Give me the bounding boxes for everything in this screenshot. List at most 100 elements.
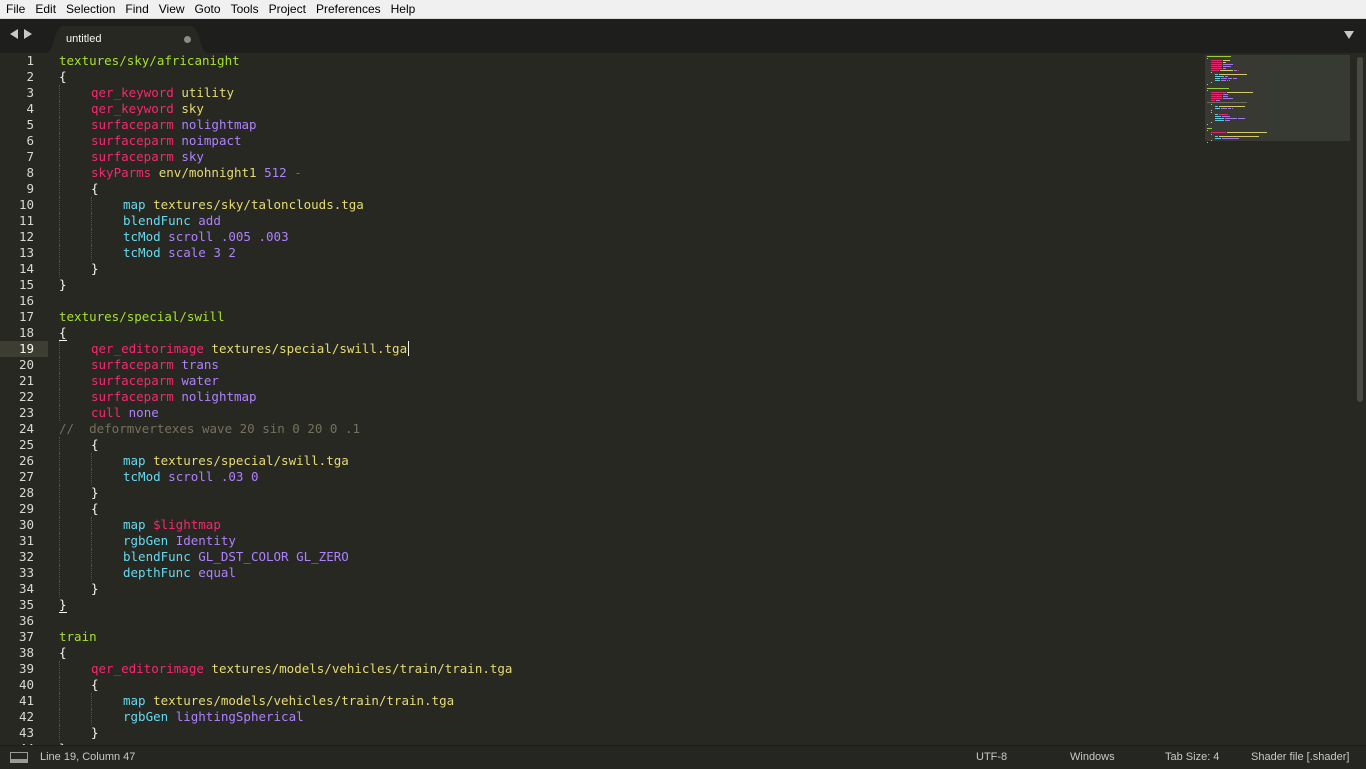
code-line: tcMod scroll .03 0 [123,469,259,485]
menu-help[interactable]: Help [386,0,421,18]
code-token: none [128,405,159,420]
minimap-line [1211,94,1222,95]
minimap-line [1207,90,1208,91]
line-number: 4 [26,101,34,116]
minimap-line [1219,114,1228,115]
scrollbar-thumb[interactable] [1357,57,1363,402]
code-token: rgbGen [123,709,169,724]
minimap-line [1207,128,1212,129]
line-number: 26 [18,453,34,468]
line-endings-selector[interactable]: Windows [1070,746,1115,769]
menu-file[interactable]: File [0,0,30,18]
tab-size-selector[interactable]: Tab Size: 4 [1165,746,1219,769]
code-token: } [59,597,67,612]
indent-guide [59,405,60,421]
indent-guide [59,517,60,533]
editor-area[interactable]: 1 2 3 4 5 6 7 8 9 10 11 12 13 14 15 16 17 18 19 20 21 22 23 24 2… [0,53,1354,745]
line-number: 11 [18,213,34,228]
indent-guide [59,677,60,693]
code-token: { [59,69,67,84]
indent-guide [59,149,60,165]
minimap-line [1211,112,1212,113]
minimap-line [1215,108,1220,109]
minimap-line [1207,142,1208,143]
code-token: textures/sky/africanight [59,53,240,68]
minimap-line [1225,76,1228,77]
indent-guide [91,229,92,245]
line-number: 13 [18,245,34,260]
line-number: 16 [18,293,34,308]
line-number: 30 [18,517,34,532]
syntax-selector[interactable]: Shader file [.shader] [1251,746,1349,769]
menu-edit[interactable]: Edit [30,0,61,18]
line-number: 28 [18,485,34,500]
code-token: 2 [228,245,236,260]
code-line: } [91,725,99,741]
code-token: map [123,693,146,708]
code-line: surfaceparm trans [91,357,219,373]
status-bar: Line 19, Column 47 UTF-8 Windows Tab Siz… [0,745,1366,769]
code-token: { [91,437,99,452]
encoding-selector[interactable]: UTF-8 [976,746,1007,769]
menu-tools[interactable]: Tools [226,0,264,18]
tab-title: untitled [66,33,102,45]
minimap-line [1215,118,1224,119]
menu-goto[interactable]: Goto [190,0,226,18]
code-line: { [91,181,99,197]
menu-project[interactable]: Project [264,0,311,18]
modified-dot-icon[interactable] [184,36,191,43]
line-number: 12 [18,229,34,244]
minimap-line [1211,64,1222,65]
code-token: { [59,325,67,340]
menu-preferences[interactable]: Preferences [311,0,386,18]
minimap-line [1223,96,1228,97]
indent-guide [91,517,92,533]
chevron-left-icon[interactable] [10,29,18,39]
indent-guide [91,197,92,213]
minimap-line [1215,138,1221,139]
minimap-line [1219,136,1259,137]
indent-guide [59,373,60,389]
vertical-scrollbar[interactable] [1354,53,1366,745]
indent-guide [59,245,60,261]
panel-toggle-icon[interactable] [10,752,28,763]
code-token: sky [181,101,204,116]
code-token: env/mohnight1 [158,165,257,180]
tab-untitled[interactable]: untitled [46,26,208,53]
minimap-line [1222,138,1239,139]
minimap-line [1223,60,1230,61]
minimap-line [1215,106,1218,107]
code-line: { [59,645,67,661]
minimap-line [1207,84,1208,85]
tab-list-dropdown-icon[interactable] [1344,31,1354,39]
code-token: rgbGen [123,533,169,548]
minimap[interactable] [1205,55,1350,143]
code-token: { [91,181,99,196]
code-token: map [123,517,146,532]
code-token: { [59,645,67,660]
line-number: 6 [26,133,34,148]
menu-find[interactable]: Find [120,0,153,18]
code-token: textures/models/vehicles/train/train.tga [153,693,455,708]
minimap-line [1220,70,1233,71]
code-line: rgbGen Identity [123,533,236,549]
line-number: 5 [26,117,34,132]
indent-guide [59,197,60,213]
minimap-line [1211,66,1222,67]
menu-selection[interactable]: Selection [61,0,120,18]
minimap-line [1211,100,1215,101]
code-token: tcMod [123,469,161,484]
chevron-right-icon[interactable] [24,29,32,39]
minimap-line [1215,136,1218,137]
code-line: qer_keyword sky [91,101,204,117]
indent-guide [59,357,60,373]
menu-view[interactable]: View [154,0,190,18]
tab-bar: untitled [0,19,1366,53]
code-line: } [91,581,99,597]
code-line: { [91,501,99,517]
